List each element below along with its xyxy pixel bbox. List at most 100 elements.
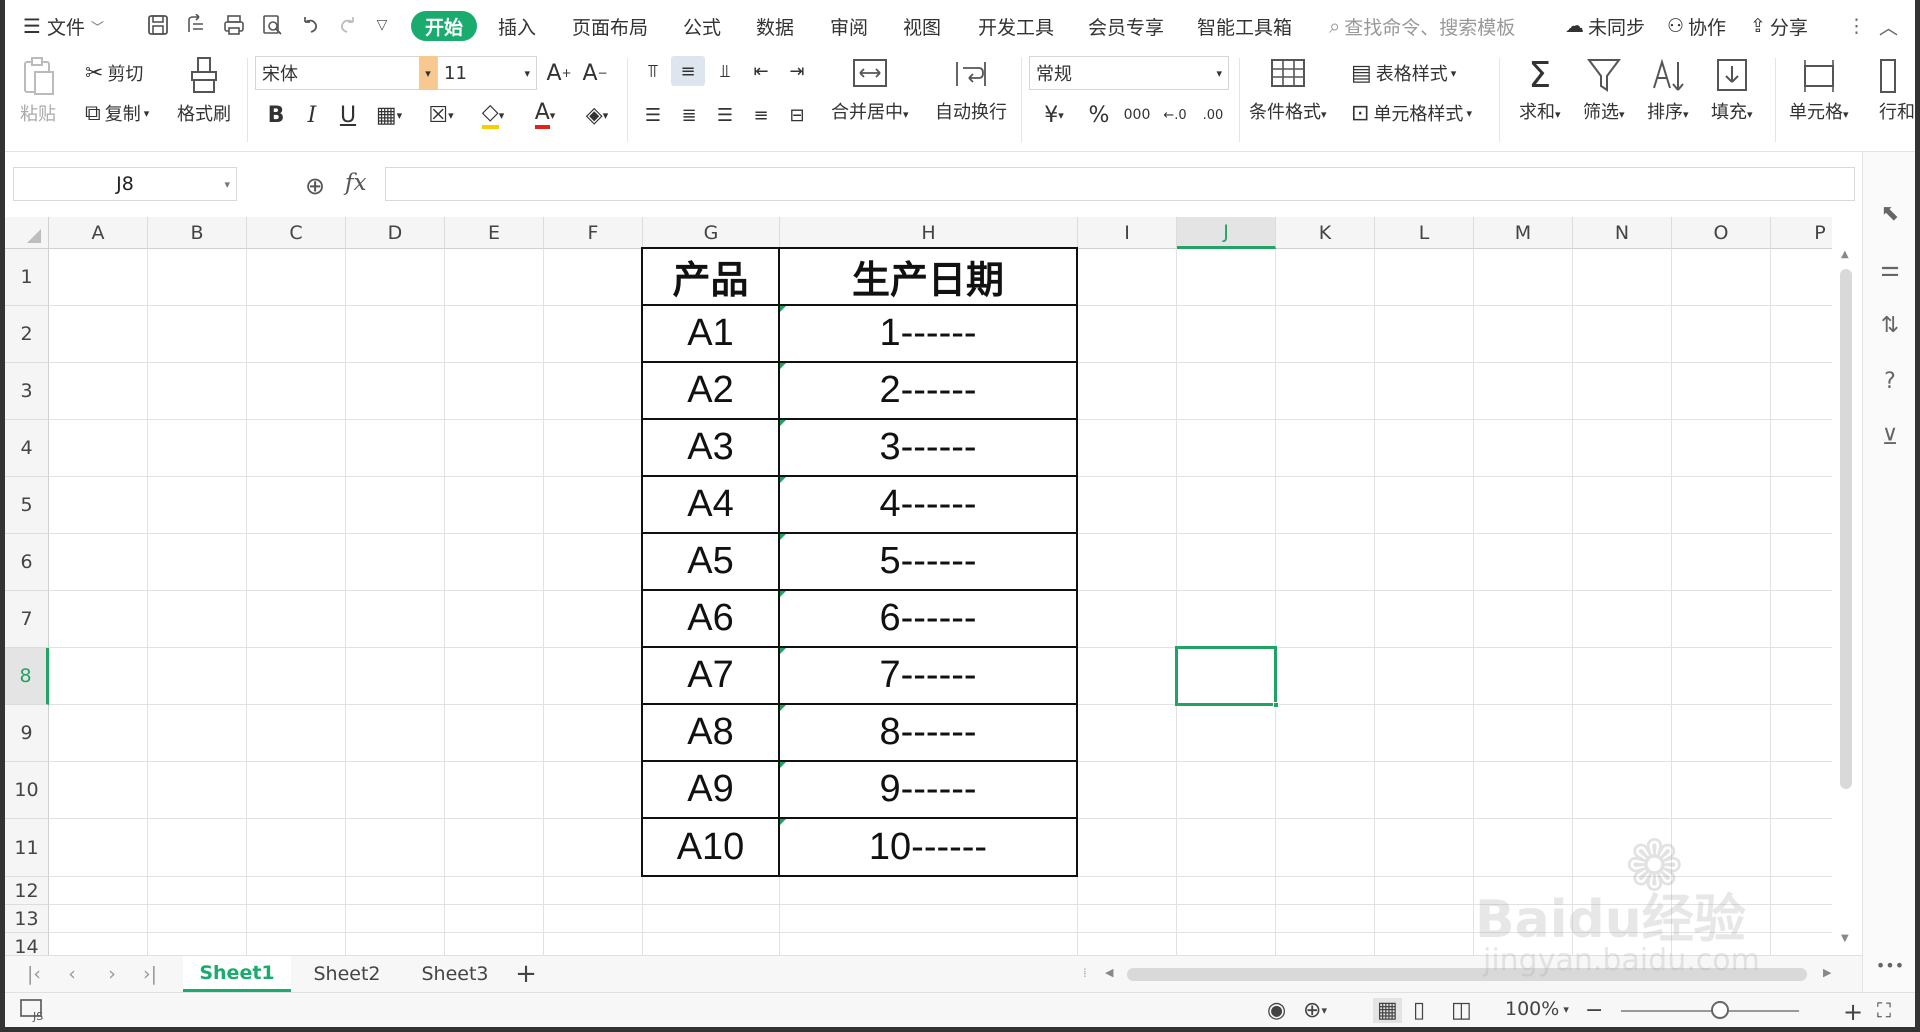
print-icon[interactable]	[221, 12, 247, 38]
row-header-2[interactable]: 2	[5, 306, 49, 363]
normal-view-icon[interactable]: ▦	[1373, 998, 1402, 1023]
sort-button[interactable]: 排序▾	[1647, 56, 1689, 124]
row-header-12[interactable]: 12	[5, 877, 49, 905]
justify-icon[interactable]: ≡	[745, 98, 777, 132]
horizontal-scroll-thumb[interactable]	[1127, 968, 1807, 981]
production-date-cell[interactable]: 7------	[780, 648, 1078, 705]
sheet-tab-sheet3[interactable]: Sheet3	[403, 956, 507, 992]
font-name-select[interactable]: 宋体	[255, 56, 421, 90]
filter-button[interactable]: 筛选▾	[1583, 56, 1625, 124]
fill-button[interactable]: 填充▾	[1711, 56, 1753, 124]
page-view-icon[interactable]: ▯	[1413, 998, 1425, 1023]
add-sheet-icon[interactable]: +	[509, 956, 543, 992]
column-header-a[interactable]: A	[49, 217, 148, 249]
tab-review[interactable]: 审阅	[830, 11, 868, 41]
tab-page-layout[interactable]: 页面布局	[572, 11, 648, 41]
merge-center-button[interactable]: 合并居中▾	[831, 56, 909, 124]
paste-button[interactable]: 粘贴	[19, 56, 57, 126]
product-cell[interactable]: A10	[643, 819, 780, 877]
cell-style-edit-icon[interactable]: ☒ ▾	[419, 98, 463, 132]
tab-formulas[interactable]: 公式	[683, 11, 721, 41]
sync-status[interactable]: ☁ 未同步	[1565, 11, 1645, 41]
align-top-icon[interactable]: ⫪	[637, 56, 669, 86]
column-header-h[interactable]: H	[780, 217, 1078, 249]
macro-icon[interactable]: JS	[19, 998, 45, 1022]
product-cell[interactable]: A8	[643, 705, 780, 762]
italic-icon[interactable]: I	[297, 98, 327, 132]
percent-icon[interactable]: %	[1083, 98, 1115, 132]
row-header-9[interactable]: 9	[5, 705, 49, 762]
production-date-cell[interactable]: 9------	[780, 762, 1078, 819]
backup-icon[interactable]: ⊻	[1877, 424, 1903, 450]
collaborate-button[interactable]: ⚇ 协作	[1667, 11, 1726, 41]
row-header-10[interactable]: 10	[5, 762, 49, 819]
layout-toggle-icon[interactable]: ⊕ ▾	[1303, 998, 1327, 1023]
font-color-icon[interactable]: A ▾	[523, 98, 567, 132]
increase-font-icon[interactable]: A +	[543, 58, 575, 88]
file-menu[interactable]: ☰ 文件 ﹀	[23, 11, 104, 41]
tab-insert[interactable]: 插入	[498, 11, 536, 41]
row-header-4[interactable]: 4	[5, 420, 49, 477]
production-date-cell[interactable]: 4------	[780, 477, 1078, 534]
product-cell[interactable]: A2	[643, 363, 780, 420]
increase-indent-icon[interactable]: ⇥	[781, 56, 813, 86]
production-date-cell[interactable]: 10------	[780, 819, 1078, 877]
align-left-icon[interactable]: ☰	[637, 98, 669, 132]
fill-color-icon[interactable]: ◇ ▾	[471, 98, 515, 132]
font-size-select[interactable]: 11 ▾	[437, 56, 537, 90]
row-header-14[interactable]: 14	[5, 933, 49, 955]
sheet-tab-sheet2[interactable]: Sheet2	[295, 956, 399, 992]
decrease-decimal-icon[interactable]: .00	[1195, 98, 1231, 132]
customize-dropdown-icon[interactable]: ▽	[369, 12, 395, 38]
formula-input[interactable]	[385, 167, 1855, 201]
decrease-indent-icon[interactable]: ⇤	[745, 56, 777, 86]
cell-style-button[interactable]: ⊡ 单元格样式 ▾	[1351, 100, 1472, 126]
conditional-format-button[interactable]: 条件格式▾	[1249, 56, 1327, 124]
select-pointer-icon[interactable]: ⬉	[1877, 200, 1903, 226]
production-date-cell[interactable]: 1------	[780, 306, 1078, 363]
border-icon[interactable]: ▦ ▾	[369, 98, 409, 132]
wrap-text-button[interactable]: 自动换行	[935, 56, 1007, 124]
transform-icon[interactable]: ⇅	[1877, 312, 1903, 338]
column-header-e[interactable]: E	[445, 217, 544, 249]
command-search[interactable]: ⌕ 查找命令、搜索模板	[1329, 11, 1515, 41]
align-center-icon[interactable]: ≣	[673, 98, 705, 132]
print-preview-icon[interactable]	[259, 12, 285, 38]
column-header-d[interactable]: D	[346, 217, 445, 249]
column-header-g[interactable]: G	[643, 217, 780, 249]
scroll-down-icon[interactable]: ▼	[1841, 933, 1849, 944]
align-middle-icon[interactable]: ≡	[671, 56, 705, 86]
last-sheet-icon[interactable]: ›|	[135, 956, 165, 992]
vertical-scroll-thumb[interactable]	[1840, 269, 1852, 789]
align-right-icon[interactable]: ☰	[709, 98, 741, 132]
production-date-cell[interactable]: 3------	[780, 420, 1078, 477]
increase-decimal-icon[interactable]: ←.0	[1157, 98, 1193, 132]
first-sheet-icon[interactable]: |‹	[19, 956, 49, 992]
column-header-l[interactable]: L	[1375, 217, 1474, 249]
format-painter-button[interactable]: 格式刷	[177, 56, 231, 126]
tab-smart-tools[interactable]: 智能工具箱	[1197, 11, 1292, 41]
more-icon[interactable]: ⋮	[1847, 11, 1866, 41]
active-cell-selection[interactable]	[1175, 646, 1279, 708]
zoom-out-icon[interactable]: −	[1585, 998, 1603, 1023]
column-header-p[interactable]: P	[1771, 217, 1832, 249]
thousands-icon[interactable]: 000	[1119, 98, 1155, 132]
distributed-icon[interactable]: ⊟	[781, 98, 813, 132]
zoom-formula-icon[interactable]: ⊕	[305, 172, 325, 200]
column-header-o[interactable]: O	[1672, 217, 1771, 249]
row-header-11[interactable]: 11	[5, 819, 49, 877]
bold-icon[interactable]: B	[261, 98, 291, 132]
table-style-button[interactable]: ▤ 表格样式 ▾	[1351, 60, 1456, 86]
panel-more-icon[interactable]: •••	[1876, 952, 1904, 978]
undo-icon[interactable]	[297, 12, 323, 38]
column-header-m[interactable]: M	[1474, 217, 1573, 249]
production-date-cell[interactable]: 6------	[780, 591, 1078, 648]
product-cell[interactable]: A4	[643, 477, 780, 534]
row-header-7[interactable]: 7	[5, 591, 49, 648]
row-header-8[interactable]: 8	[5, 648, 49, 705]
redo-icon[interactable]	[335, 12, 361, 38]
zoom-in-icon[interactable]: +	[1843, 998, 1863, 1026]
production-date-cell[interactable]: 8------	[780, 705, 1078, 762]
production-date-cell[interactable]: 5------	[780, 534, 1078, 591]
product-cell[interactable]: A3	[643, 420, 780, 477]
